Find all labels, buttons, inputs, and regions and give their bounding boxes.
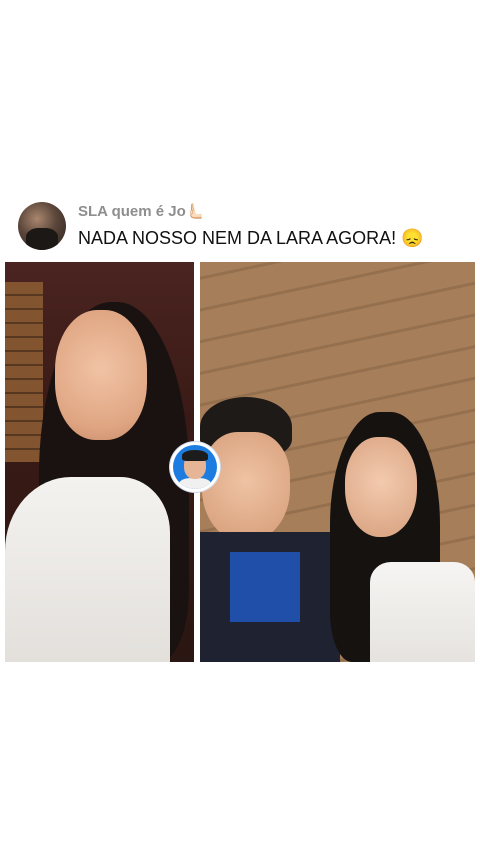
post-header: SLA quem é Jo🫷🏻 NADA NOSSO NEM DA LARA A… <box>18 200 468 254</box>
reply-avatar-icon <box>173 445 217 489</box>
avatar-hair <box>182 450 208 461</box>
photo-right-couple <box>200 262 475 662</box>
girl-face-shape <box>345 437 417 537</box>
photo-left-girl <box>5 262 194 662</box>
avatar-torso <box>179 478 211 489</box>
shirt-shape <box>5 477 170 662</box>
girl-top-shape <box>370 562 475 662</box>
post-caption: NADA NOSSO NEM DA LARA AGORA! 😞 <box>78 228 424 248</box>
user-avatar[interactable] <box>18 202 66 250</box>
brick-wall <box>5 282 43 462</box>
reply-avatar-badge[interactable] <box>170 442 220 492</box>
photo-collage <box>5 262 475 662</box>
face-shape <box>55 310 147 440</box>
boy-face-shape <box>202 432 290 542</box>
username[interactable]: SLA quem é Jo🫷🏻 <box>78 202 204 220</box>
boy-shirt-shape <box>230 552 300 622</box>
